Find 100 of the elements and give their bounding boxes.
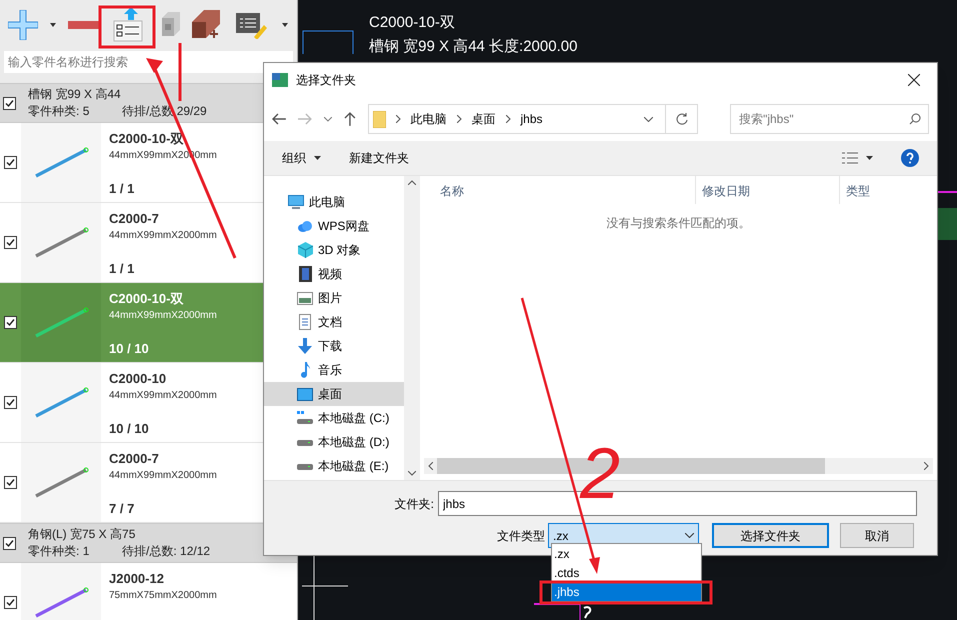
checklist-upload-icon[interactable]	[112, 7, 144, 43]
nav-label: 音乐	[318, 362, 342, 379]
part-quantity: 1 / 1	[109, 260, 136, 278]
group-title: 角钢(L) 宽75 X 高75	[28, 526, 136, 543]
close-icon	[908, 74, 920, 86]
app-icon	[272, 73, 288, 87]
part-name: C2000-10	[109, 371, 168, 387]
drive-icon	[297, 462, 313, 470]
folder-icon	[372, 110, 386, 128]
nav-label: 3D 对象	[318, 242, 361, 259]
part-quantity: 10 / 10	[109, 420, 150, 438]
checkbox[interactable]	[4, 596, 17, 609]
caret-icon[interactable]	[50, 23, 56, 27]
dropdown-option[interactable]: .ctds	[552, 563, 701, 582]
part-count: 零件种类: 1	[28, 543, 90, 560]
part-name: C2000-10-双	[109, 291, 184, 307]
group-header[interactable]: 角钢(L) 宽75 X 高75 零件种类: 1 待排/总数: 12/12	[0, 523, 297, 563]
help-icon[interactable]	[901, 149, 919, 167]
caret-icon	[314, 156, 321, 160]
checkbox[interactable]	[4, 156, 17, 169]
chevron-down-icon	[408, 471, 416, 476]
new-folder-button[interactable]: 新建文件夹	[349, 149, 409, 167]
crosshair-icon	[302, 556, 348, 620]
file-type-label: 文件类型	[496, 528, 546, 544]
back-arrow-icon[interactable]	[272, 113, 286, 125]
checkbox[interactable]	[4, 236, 17, 249]
drive-icon	[297, 411, 313, 425]
film-icon	[298, 266, 312, 282]
cube-icon	[298, 242, 312, 258]
nav-label: 桌面	[318, 386, 342, 403]
chevron-down-icon	[685, 533, 694, 538]
search-field[interactable]: 输入零件名称进行搜索	[4, 51, 293, 73]
search-field[interactable]: 搜索"jhbs"	[730, 104, 930, 134]
profile-drawing	[534, 603, 592, 620]
chevron-icon[interactable]	[324, 116, 332, 122]
part-row[interactable]: J2000-12 75mmX75mmX2000mm	[0, 563, 297, 620]
nav-label: 此电脑	[309, 194, 345, 211]
cancel-button[interactable]: 取消	[840, 523, 914, 548]
music-note-icon	[300, 362, 310, 378]
annotation-line	[178, 43, 182, 101]
chevron-right-icon	[456, 115, 462, 123]
part-name: C2000-7	[109, 451, 160, 467]
nav-label: 本地磁盘 (C:)	[318, 410, 390, 427]
monitor-icon	[297, 388, 313, 400]
document-icon	[299, 314, 311, 330]
part-size: 44mmX99mmX2000mm	[109, 309, 217, 323]
checkbox[interactable]	[3, 96, 16, 110]
column-header[interactable]: 类型	[839, 176, 937, 204]
chevron-up-icon	[408, 180, 416, 185]
nav-label: 图片	[318, 290, 342, 307]
down-arrow-icon	[298, 338, 312, 354]
group-title: 槽钢 宽99 X 高44	[28, 86, 122, 103]
checkbox[interactable]	[4, 316, 17, 329]
breadcrumb[interactable]: 此电脑	[410, 110, 447, 128]
image-icon	[297, 292, 313, 304]
part-size: 75mmX75mmX2000mm	[109, 589, 217, 603]
chevron-right-icon	[924, 462, 929, 470]
checkbox[interactable]	[4, 476, 17, 489]
canvas-subtitle: 槽钢 宽99 X 高44 长度:2000.00	[369, 38, 578, 56]
address-bar[interactable]: 此电脑 桌面 jhbs	[368, 104, 698, 134]
caret-icon[interactable]	[282, 23, 288, 27]
nav-label: 文档	[318, 314, 342, 331]
bracket-shape	[302, 30, 354, 54]
canvas-title: C2000-10-双	[369, 14, 456, 32]
column-header[interactable]: 名称	[420, 176, 695, 204]
part-size: 44mmX99mmX2000mm	[109, 389, 217, 403]
breadcrumb[interactable]: jhbs	[520, 110, 543, 128]
nav-item[interactable]: 桌面	[264, 382, 404, 406]
checkbox[interactable]	[3, 536, 16, 550]
chevron-down-icon[interactable]	[644, 116, 654, 122]
pending-total: 待排/总数: 12/12	[122, 543, 210, 560]
part-size: 44mmX99mmX2000mm	[109, 469, 217, 483]
computer-icon	[288, 195, 304, 209]
part-quantity: 7 / 7	[109, 500, 136, 518]
nav-label: 视频	[318, 266, 342, 283]
part-name: C2000-10-双	[109, 131, 184, 147]
part-name: C2000-7	[109, 211, 160, 227]
drive-icon	[297, 438, 313, 446]
empty-message: 没有与搜索条件匹配的项。	[606, 215, 750, 232]
up-arrow-icon[interactable]	[344, 112, 356, 126]
view-options-icon[interactable]	[842, 152, 858, 164]
select-folder-button[interactable]: 选择文件夹	[712, 523, 829, 548]
caret-icon[interactable]	[866, 156, 873, 160]
part-size: 44mmX99mmX2000mm	[109, 229, 217, 243]
folder-label: 文件夹:	[394, 496, 435, 512]
chevron-right-icon	[396, 115, 401, 123]
list-edit-icon[interactable]	[236, 11, 270, 39]
highlight-frame	[98, 6, 156, 48]
refresh-icon[interactable]	[676, 113, 688, 125]
part-quantity: 1 / 1	[109, 180, 136, 198]
chevron-left-icon	[428, 462, 433, 470]
part-name: J2000-12	[109, 571, 165, 587]
plus-icon[interactable]	[8, 10, 38, 40]
part-quantity: 10 / 10	[109, 340, 150, 358]
breadcrumb[interactable]: 桌面	[472, 110, 496, 128]
nav-label: WPS网盘	[318, 218, 370, 235]
nav-label: 本地磁盘 (D:)	[318, 434, 390, 451]
checkbox[interactable]	[4, 396, 17, 409]
chevron-right-icon	[506, 115, 511, 123]
column-header[interactable]: 修改日期	[695, 176, 839, 204]
